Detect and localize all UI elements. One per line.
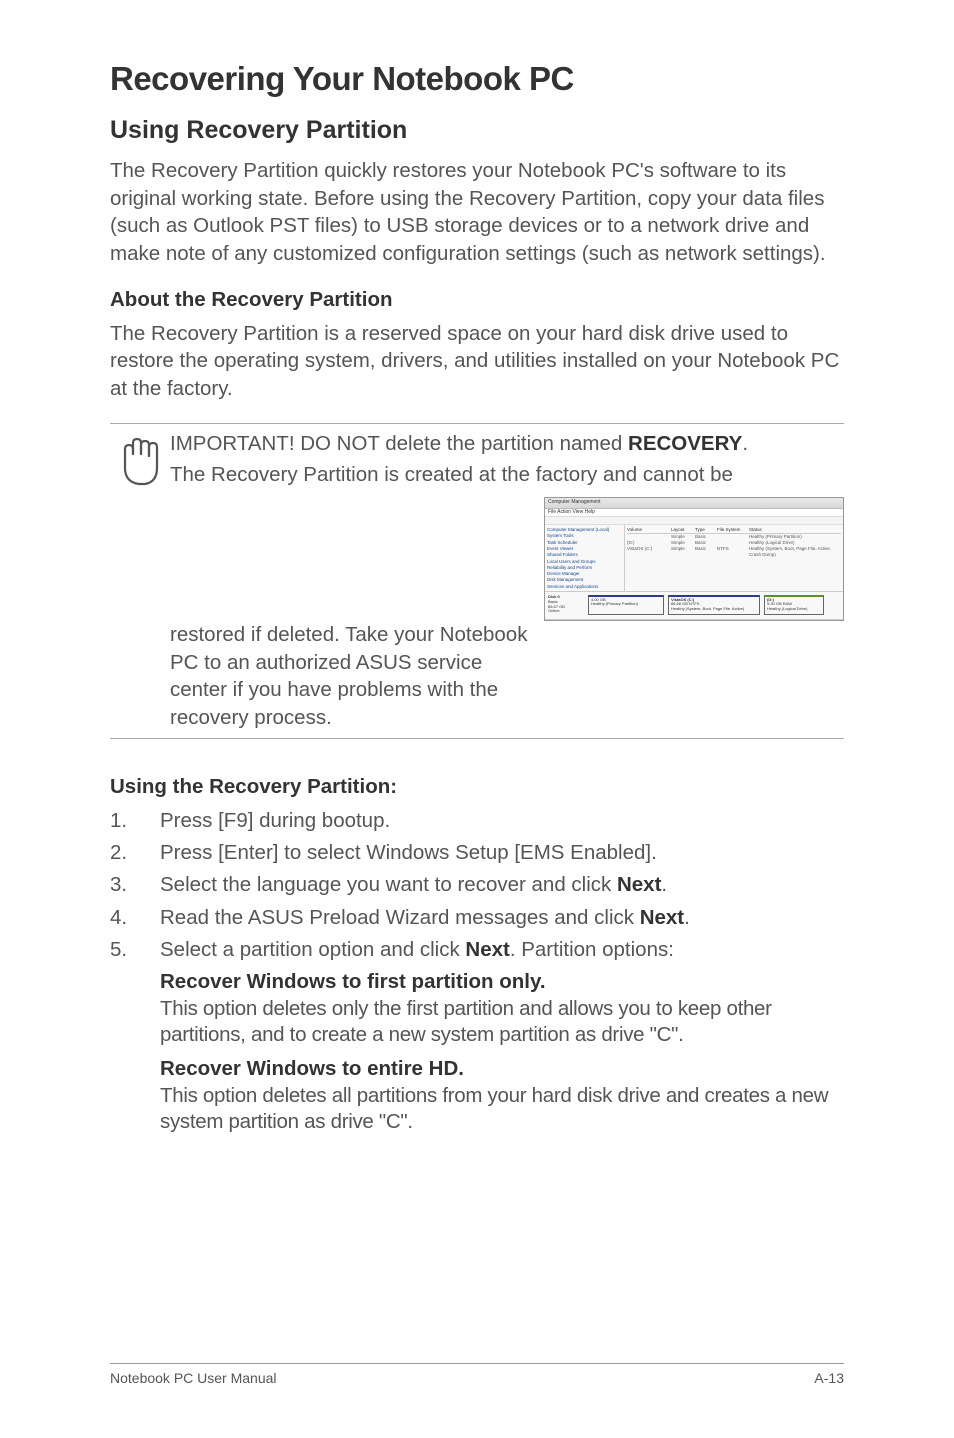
callout-wrap: restored if deleted. Take your Notebook … bbox=[170, 621, 540, 732]
cm-block: 4.00 GB Healthy (Primary Partition) bbox=[588, 595, 664, 615]
page-container: Recovering Your Notebook PC Using Recove… bbox=[0, 0, 954, 1438]
steps-list: Press [F9] during bootup. Press [Enter] … bbox=[110, 807, 844, 964]
step-4: Read the ASUS Preload Wizard messages an… bbox=[110, 904, 844, 932]
important-callout: IMPORTANT! DO NOT delete the partition n… bbox=[110, 423, 844, 739]
step-5: Select a partition option and click Next… bbox=[110, 936, 844, 964]
cm-titlebar: Computer Management bbox=[545, 498, 843, 509]
page-title: Recovering Your Notebook PC bbox=[110, 60, 844, 98]
section-heading: Using Recovery Partition bbox=[110, 116, 844, 145]
about-heading: About the Recovery Partition bbox=[110, 288, 844, 312]
hand-icon bbox=[110, 430, 170, 488]
usage-heading: Using the Recovery Partition: bbox=[110, 775, 844, 799]
cm-toolbar bbox=[545, 517, 843, 525]
cm-tree: Computer Management (Local) System Tools… bbox=[545, 525, 625, 591]
callout-line1c: . bbox=[742, 432, 748, 455]
cm-row: VistaOS (C:) Simple Basic NTFS Healthy (… bbox=[627, 546, 841, 558]
callout-line2: The Recovery Partition is created at the… bbox=[170, 461, 844, 489]
callout-line1a: IMPORTANT! DO NOT delete the partition n… bbox=[170, 432, 628, 455]
substep-1-body: This option deletes only the first parti… bbox=[160, 996, 844, 1049]
footer-left: Notebook PC User Manual bbox=[110, 1370, 277, 1386]
tree-item: Services and Applications bbox=[547, 584, 622, 590]
step-2: Press [Enter] to select Windows Setup [E… bbox=[110, 839, 844, 867]
substep-1: Recover Windows to first partition only.… bbox=[110, 968, 844, 1049]
substep-2: Recover Windows to entire HD. This optio… bbox=[110, 1055, 844, 1136]
cm-disk-blocks: Disk 0 Basic 86.67 GB Online 4.00 GB Hea… bbox=[545, 591, 843, 619]
about-paragraph: The Recovery Partition is a reserved spa… bbox=[110, 320, 844, 403]
section-paragraph: The Recovery Partition quickly restores … bbox=[110, 157, 844, 268]
cm-block: VistaOS (C:) 86.58 GB NTFS Healthy (Syst… bbox=[668, 595, 760, 615]
substep-1-title: Recover Windows to first partition only. bbox=[160, 968, 844, 996]
disk-management-screenshot: Computer Management File Action View Hel… bbox=[544, 497, 844, 621]
cm-list: Volume Layout Type File System Status Si… bbox=[625, 525, 843, 591]
cm-block: (D:) 9.30 GB RAW Healthy (Logical Drive) bbox=[764, 595, 824, 615]
footer-right: A-13 bbox=[814, 1370, 844, 1386]
page-footer: Notebook PC User Manual A-13 bbox=[110, 1363, 844, 1386]
substep-2-body: This option deletes all partitions from … bbox=[160, 1083, 844, 1136]
recovery-word: RECOVERY bbox=[628, 432, 742, 455]
cm-menu: File Action View Help bbox=[545, 509, 843, 517]
callout-text: IMPORTANT! DO NOT delete the partition n… bbox=[170, 430, 844, 732]
step-3: Select the language you want to recover … bbox=[110, 871, 844, 899]
substep-2-title: Recover Windows to entire HD. bbox=[160, 1055, 844, 1083]
cm-list-header: Volume Layout Type File System Status bbox=[627, 527, 841, 534]
step-1: Press [F9] during bootup. bbox=[110, 807, 844, 835]
cm-legend: Unallocated Primary partition Extended p… bbox=[545, 619, 843, 621]
cm-disk-label: Disk 0 Basic 86.67 GB Online bbox=[548, 595, 584, 616]
